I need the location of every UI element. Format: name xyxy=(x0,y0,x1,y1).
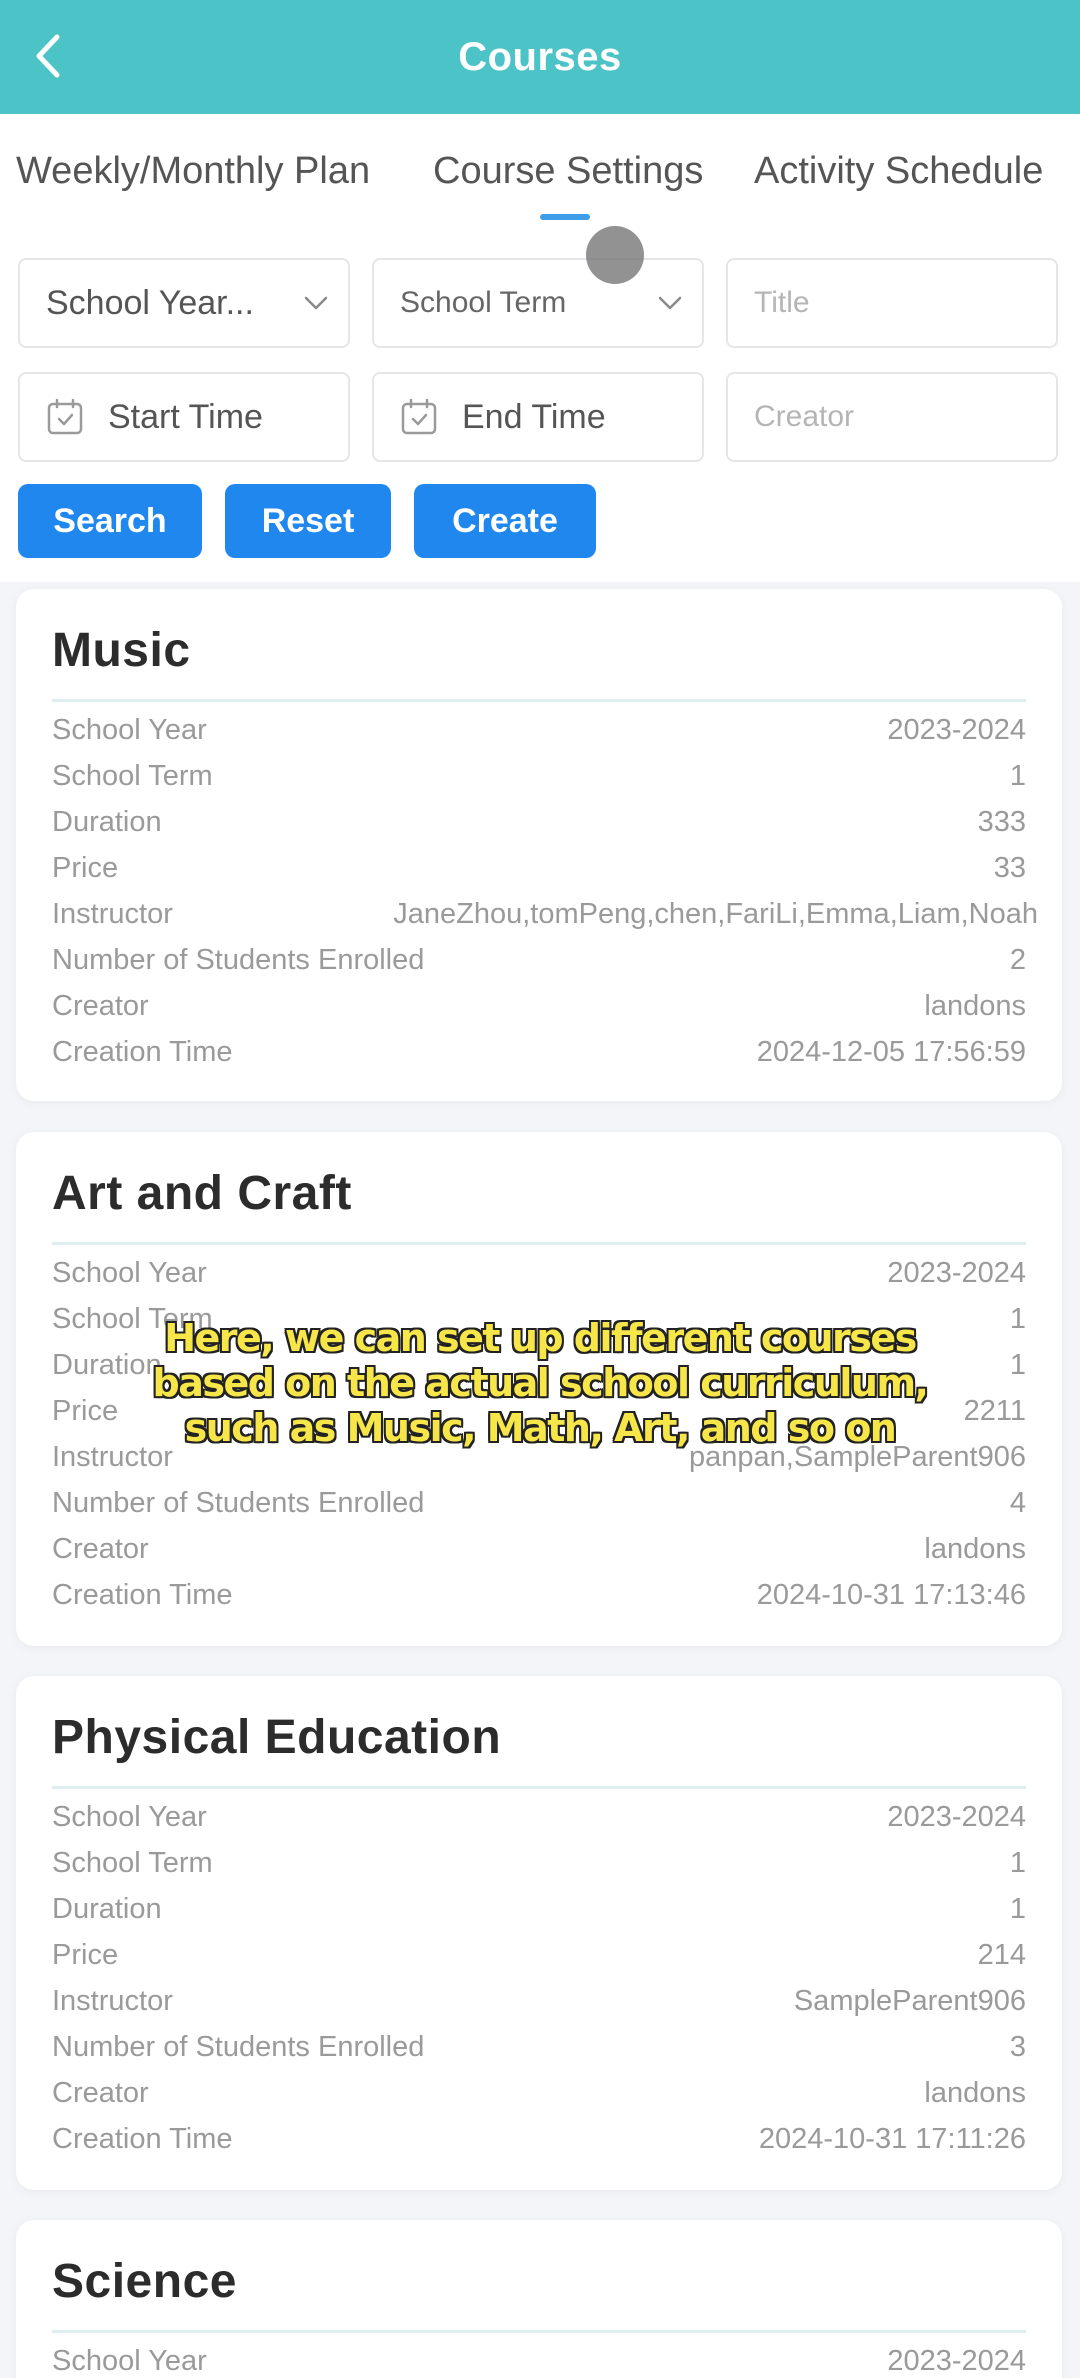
course-title: Physical Education xyxy=(52,1711,502,1764)
create-button[interactable]: Create xyxy=(414,484,596,558)
video-subtitle: Here, we can set up different courses ba… xyxy=(40,1316,1040,1451)
detail-row-school-term: School Term 1 xyxy=(52,760,1026,792)
back-button[interactable] xyxy=(18,26,78,86)
course-title: Music xyxy=(52,624,191,677)
detail-row-creation-time: Creation Time 2024-10-31 17:13:46 xyxy=(52,1579,1026,1611)
start-time-picker[interactable]: Start Time xyxy=(18,372,350,462)
detail-row-creator: Creator landons xyxy=(52,990,1026,1022)
active-tab-indicator xyxy=(540,214,590,220)
detail-row-school-term: School Term 1 xyxy=(52,1847,1026,1879)
subtitle-line: such as Music, Math, Art, and so on xyxy=(184,1406,897,1450)
reset-button[interactable]: Reset xyxy=(225,484,391,558)
chevron-down-icon xyxy=(658,296,682,310)
app-header: Courses xyxy=(0,0,1080,114)
school-term-select[interactable]: School Term xyxy=(372,258,704,348)
creator-input[interactable]: Creator xyxy=(726,372,1058,462)
school-year-select[interactable]: School Year... xyxy=(18,258,350,348)
tab-bar: Weekly/Monthly Plan Course Settings Acti… xyxy=(0,114,1080,232)
detail-row-school-year: School Year 2023-2024 xyxy=(52,714,1026,746)
divider xyxy=(52,1242,1026,1245)
chevron-left-icon xyxy=(36,34,60,78)
detail-row-school-year: School Year 2023-2024 xyxy=(52,1801,1026,1833)
title-input[interactable]: Title xyxy=(726,258,1058,348)
detail-row-school-year: School Year 2023-2024 xyxy=(52,2345,1026,2377)
tab-course-settings[interactable]: Course Settings xyxy=(433,150,703,193)
detail-row-duration: Duration 333 xyxy=(52,806,1026,838)
tab-weekly-monthly-plan[interactable]: Weekly/Monthly Plan xyxy=(16,150,370,193)
course-card[interactable]: Physical Education School Year 2023-2024 … xyxy=(16,1676,1062,2190)
divider xyxy=(52,2330,1026,2333)
detail-row-creator: Creator landons xyxy=(52,2077,1026,2109)
detail-row-students: Number of Students Enrolled 2 xyxy=(52,944,1026,976)
course-title: Science xyxy=(52,2255,237,2308)
detail-row-students: Number of Students Enrolled 3 xyxy=(52,2031,1026,2063)
calendar-icon xyxy=(47,398,83,435)
detail-row-instructor: Instructor SampleParent906 xyxy=(52,1985,1026,2017)
school-term-value: School Term xyxy=(400,286,567,319)
detail-row-school-year: School Year 2023-2024 xyxy=(52,1257,1026,1289)
title-placeholder: Title xyxy=(754,286,810,319)
detail-row-creator: Creator landons xyxy=(52,1533,1026,1565)
detail-row-price: Price 33 xyxy=(52,852,1026,884)
touch-indicator xyxy=(586,226,644,284)
start-time-placeholder: Start Time xyxy=(108,397,263,436)
search-button[interactable]: Search xyxy=(18,484,202,558)
divider xyxy=(52,1786,1026,1789)
detail-row-creation-time: Creation Time 2024-10-31 17:11:26 xyxy=(52,2123,1026,2155)
calendar-icon xyxy=(401,398,437,435)
detail-row-creation-time: Creation Time 2024-12-05 17:56:59 xyxy=(52,1036,1026,1068)
course-title: Art and Craft xyxy=(52,1167,352,1220)
detail-row-duration: Duration 1 xyxy=(52,1893,1026,1925)
course-card[interactable]: Science School Year 2023-2024 xyxy=(16,2220,1062,2378)
school-year-value: School Year... xyxy=(46,283,254,322)
divider xyxy=(52,699,1026,702)
page-title: Courses xyxy=(458,34,622,79)
creator-placeholder: Creator xyxy=(754,400,855,433)
detail-row-students: Number of Students Enrolled 4 xyxy=(52,1487,1026,1519)
filter-panel: School Year... School Term Title Start T… xyxy=(0,232,1080,582)
end-time-placeholder: End Time xyxy=(462,397,606,436)
detail-row-price: Price 214 xyxy=(52,1939,1026,1971)
end-time-picker[interactable]: End Time xyxy=(372,372,704,462)
subtitle-line: Here, we can set up different courses xyxy=(164,1316,917,1360)
chevron-down-icon xyxy=(304,296,328,310)
detail-row-instructor: Instructor JaneZhou,tomPeng,chen,FariLi,E… xyxy=(52,898,1038,930)
course-card[interactable]: Music School Year 2023-2024 School Term 1 … xyxy=(16,589,1062,1101)
tab-activity-schedule[interactable]: Activity Schedule xyxy=(754,150,1043,193)
subtitle-line: based on the actual school curriculum, xyxy=(152,1361,930,1405)
